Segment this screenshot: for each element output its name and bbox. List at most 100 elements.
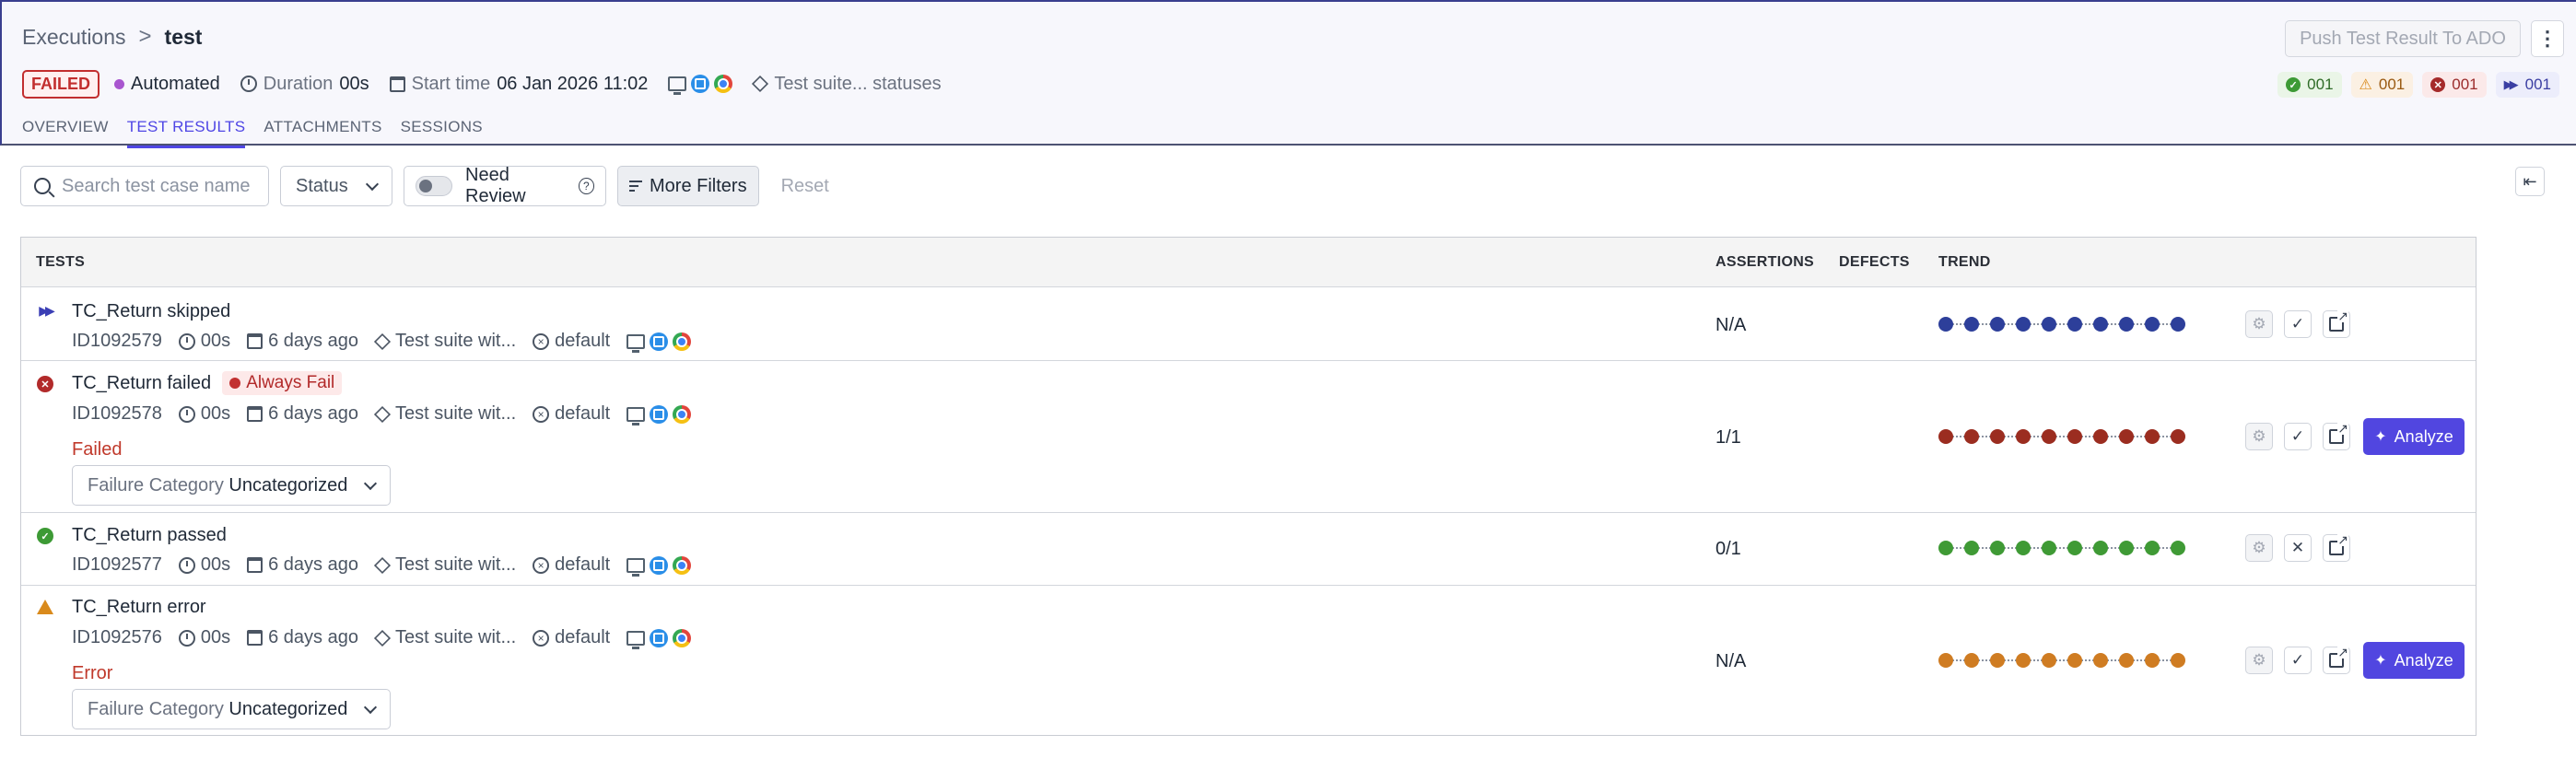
test-name[interactable]: TC_Return skipped: [72, 301, 230, 322]
search-icon: [34, 178, 51, 194]
mark-reviewed-button[interactable]: ✓: [2284, 423, 2312, 450]
sparkle-icon: ✦: [2374, 653, 2387, 669]
open-details-button[interactable]: [2323, 646, 2350, 674]
passed-count: ✓ 001: [2277, 72, 2342, 98]
check-icon: ✓: [2290, 315, 2305, 332]
timer-icon: [178, 556, 195, 574]
tab-overview[interactable]: OVERVIEW: [22, 118, 109, 148]
failure-message: Failed: [72, 439, 123, 460]
type-dot-icon: [114, 78, 125, 89]
trend-point: [1990, 541, 2005, 555]
report-defect-button[interactable]: ⚙: [2245, 647, 2273, 674]
trend-point: [2145, 429, 2160, 444]
mark-reviewed-button[interactable]: ✓: [2284, 647, 2312, 674]
trend-point: [2145, 541, 2160, 555]
bug-icon: ⚙: [2252, 427, 2266, 445]
tab-sessions[interactable]: SESSIONS: [401, 118, 483, 148]
need-review-toggle[interactable]: [416, 176, 452, 196]
mark-unreviewed-button[interactable]: ✕: [2284, 534, 2312, 562]
trend-point: [2171, 429, 2185, 444]
check-icon: ✓: [2290, 427, 2305, 445]
collapse-panel-button[interactable]: ⇤: [2515, 167, 2545, 196]
trend-point: [1938, 429, 1953, 444]
chrome-icon: [673, 555, 692, 575]
search-input[interactable]: Search test case name: [20, 166, 269, 206]
more-filters-button[interactable]: More Filters: [617, 166, 759, 206]
trend-point: [2119, 541, 2134, 555]
assertions-value: N/A: [1715, 651, 1747, 671]
trend-point: [2016, 653, 2031, 668]
trend-point: [2067, 541, 2082, 555]
breadcrumb-executions-link[interactable]: Executions: [22, 25, 126, 50]
table-row[interactable]: ▶▶ TC_Return skipped ID1092579 00s 6 day…: [21, 288, 2476, 361]
reset-button[interactable]: Reset: [781, 176, 829, 197]
result-counts: ✓ 001 ⚠ 001 ✕ 001 ▶▶ 001: [2277, 72, 2559, 98]
trend-point: [2042, 429, 2056, 444]
column-trend: TREND: [1938, 254, 1991, 270]
open-details-button[interactable]: [2323, 422, 2350, 450]
breadcrumb-separator: >: [138, 24, 152, 49]
calendar-icon: [389, 76, 405, 92]
skip-icon: ▶▶: [2503, 77, 2519, 91]
desktop-icon: [626, 333, 646, 353]
report-defect-button[interactable]: ⚙: [2245, 423, 2273, 450]
trend-chart: [1938, 429, 2185, 444]
trend-point: [2067, 653, 2082, 668]
error-message: Error: [72, 663, 113, 683]
analyze-button[interactable]: ✦ Analyze: [2363, 642, 2465, 679]
trend-chart: [1938, 541, 2185, 555]
report-defect-button[interactable]: ⚙: [2245, 534, 2273, 562]
error-icon: [37, 600, 53, 614]
help-icon[interactable]: ?: [578, 178, 594, 194]
close-icon: ✕: [2290, 539, 2305, 556]
sparkle-icon: ✦: [2374, 429, 2387, 445]
failed-icon: ✕: [37, 376, 53, 392]
table-header: TESTS ASSERTIONS DEFECTS TREND: [21, 238, 2476, 287]
test-meta: ID1092576 00s 6 days ago Test suite wit.…: [72, 627, 711, 649]
tab-attachments[interactable]: ATTACHMENTS: [263, 118, 381, 148]
open-details-button[interactable]: [2323, 533, 2350, 562]
execution-type: Automated: [114, 74, 220, 95]
chrome-icon: [673, 404, 692, 424]
windows-icon: [650, 332, 669, 351]
column-tests: TESTS: [36, 254, 86, 270]
trend-chart: [1938, 317, 2185, 332]
trend-point: [2171, 317, 2185, 332]
trend-point: [1938, 317, 1953, 332]
report-defect-button[interactable]: ⚙: [2245, 310, 2273, 338]
trend-point: [2067, 317, 2082, 332]
bug-icon: ⚙: [2252, 539, 2266, 556]
mark-reviewed-button[interactable]: ✓: [2284, 310, 2312, 338]
table-row[interactable]: ✕ TC_Return failed Always Fail ID1092578…: [21, 361, 2476, 513]
profile-icon: ×: [533, 332, 550, 350]
breadcrumb: Executions > test: [22, 24, 202, 50]
failure-category-dropdown[interactable]: Failure Category Uncategorized: [72, 465, 391, 506]
tab-test-results[interactable]: TEST RESULTS: [126, 118, 246, 148]
trend-point: [2042, 317, 2056, 332]
collapse-left-icon: ⇤: [2523, 171, 2537, 191]
timer-icon: [178, 332, 195, 350]
need-review-filter[interactable]: Need Review ?: [404, 165, 606, 206]
always-fail-tag: Always Fail: [222, 371, 343, 395]
external-link-icon: [2329, 309, 2349, 332]
more-options-button[interactable]: ⋮: [2531, 20, 2564, 57]
open-details-button[interactable]: [2323, 309, 2350, 338]
page-title: test: [164, 24, 203, 49]
suite-status[interactable]: Test suite... statuses: [752, 74, 942, 95]
test-name[interactable]: TC_Return passed: [72, 525, 227, 546]
push-test-result-button[interactable]: Push Test Result To ADO: [2285, 20, 2521, 57]
execution-header: Executions > test FAILED Automated Durat…: [0, 0, 2576, 148]
assertions-value: 0/1: [1715, 539, 1741, 559]
trend-point: [2042, 653, 2056, 668]
trend-point: [2093, 653, 2108, 668]
windows-icon: [691, 75, 710, 93]
table-row[interactable]: TC_Return error ID1092576 00s 6 days ago…: [21, 586, 2476, 736]
failure-category-dropdown[interactable]: Failure Category Uncategorized: [72, 689, 391, 729]
test-name[interactable]: TC_Return error: [72, 597, 206, 618]
profile-icon: ×: [533, 629, 550, 647]
trend-point: [2093, 317, 2108, 332]
status-dropdown[interactable]: Status: [280, 166, 392, 206]
table-row[interactable]: ✓ TC_Return passed ID1092577 00s 6 days …: [21, 513, 2476, 586]
test-name[interactable]: TC_Return failed Always Fail: [72, 371, 343, 395]
analyze-button[interactable]: ✦ Analyze: [2363, 418, 2465, 455]
